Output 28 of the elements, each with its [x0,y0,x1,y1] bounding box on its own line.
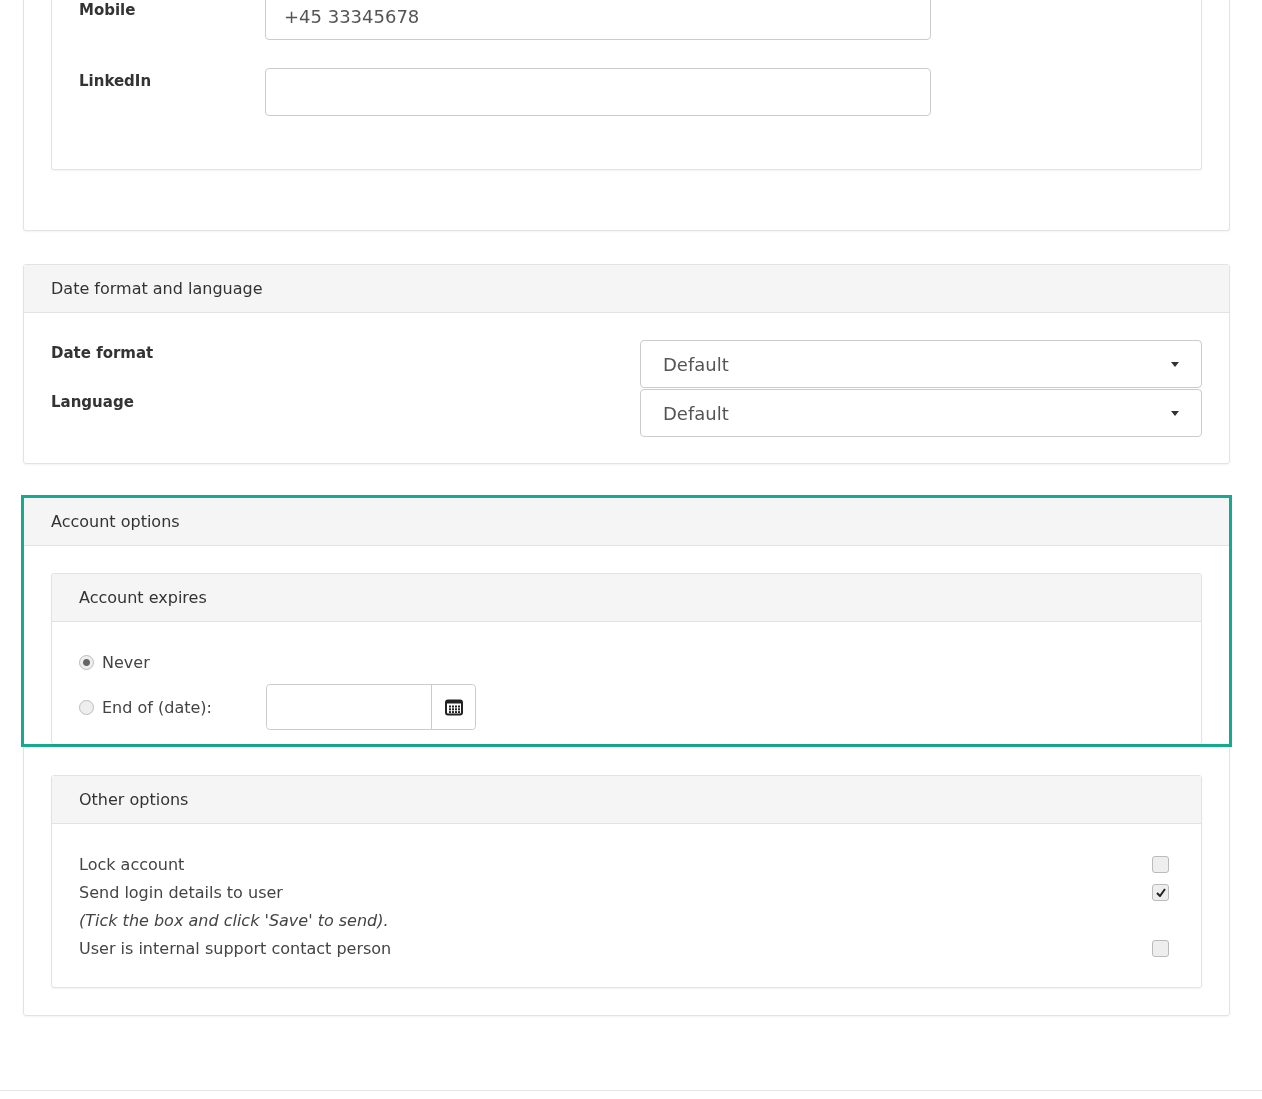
select-dropdown[interactable]: Default [640,389,1202,437]
caret-icon [1171,361,1179,367]
radio-button[interactable] [79,654,94,670]
hint-text: (Tick the box and click 'Save' to send). [79,910,389,930]
field-label: Mobile [79,1,137,19]
field-label: LinkedIn [79,72,153,90]
checkbox[interactable] [1152,939,1169,957]
select-dropdown[interactable]: Default [640,340,1202,388]
text-field[interactable] [265,68,931,116]
option-label: User is internal support contact person [79,938,392,958]
panel-title: Account options [24,498,1229,546]
checkmark-icon [1155,887,1166,897]
checkbox[interactable] [1152,855,1169,873]
option-label: Lock account [79,854,185,874]
text-field[interactable]: +45 33345678 [265,0,931,40]
caret-icon [1171,410,1179,416]
field-label: Language [51,392,134,411]
checkbox[interactable] [1152,883,1169,901]
panel-title: Account expires [52,574,1201,622]
date-field[interactable] [266,684,476,730]
option-label: Never [102,652,150,672]
panel-title: Date format and language [24,265,1229,313]
option-label: Send login details to user [79,882,283,902]
panel-title: Other options [52,776,1201,824]
option-label: End of (date): [102,697,213,717]
field-label: Date format [51,343,154,362]
radio-button[interactable] [79,699,94,715]
calendar-icon [444,698,463,716]
